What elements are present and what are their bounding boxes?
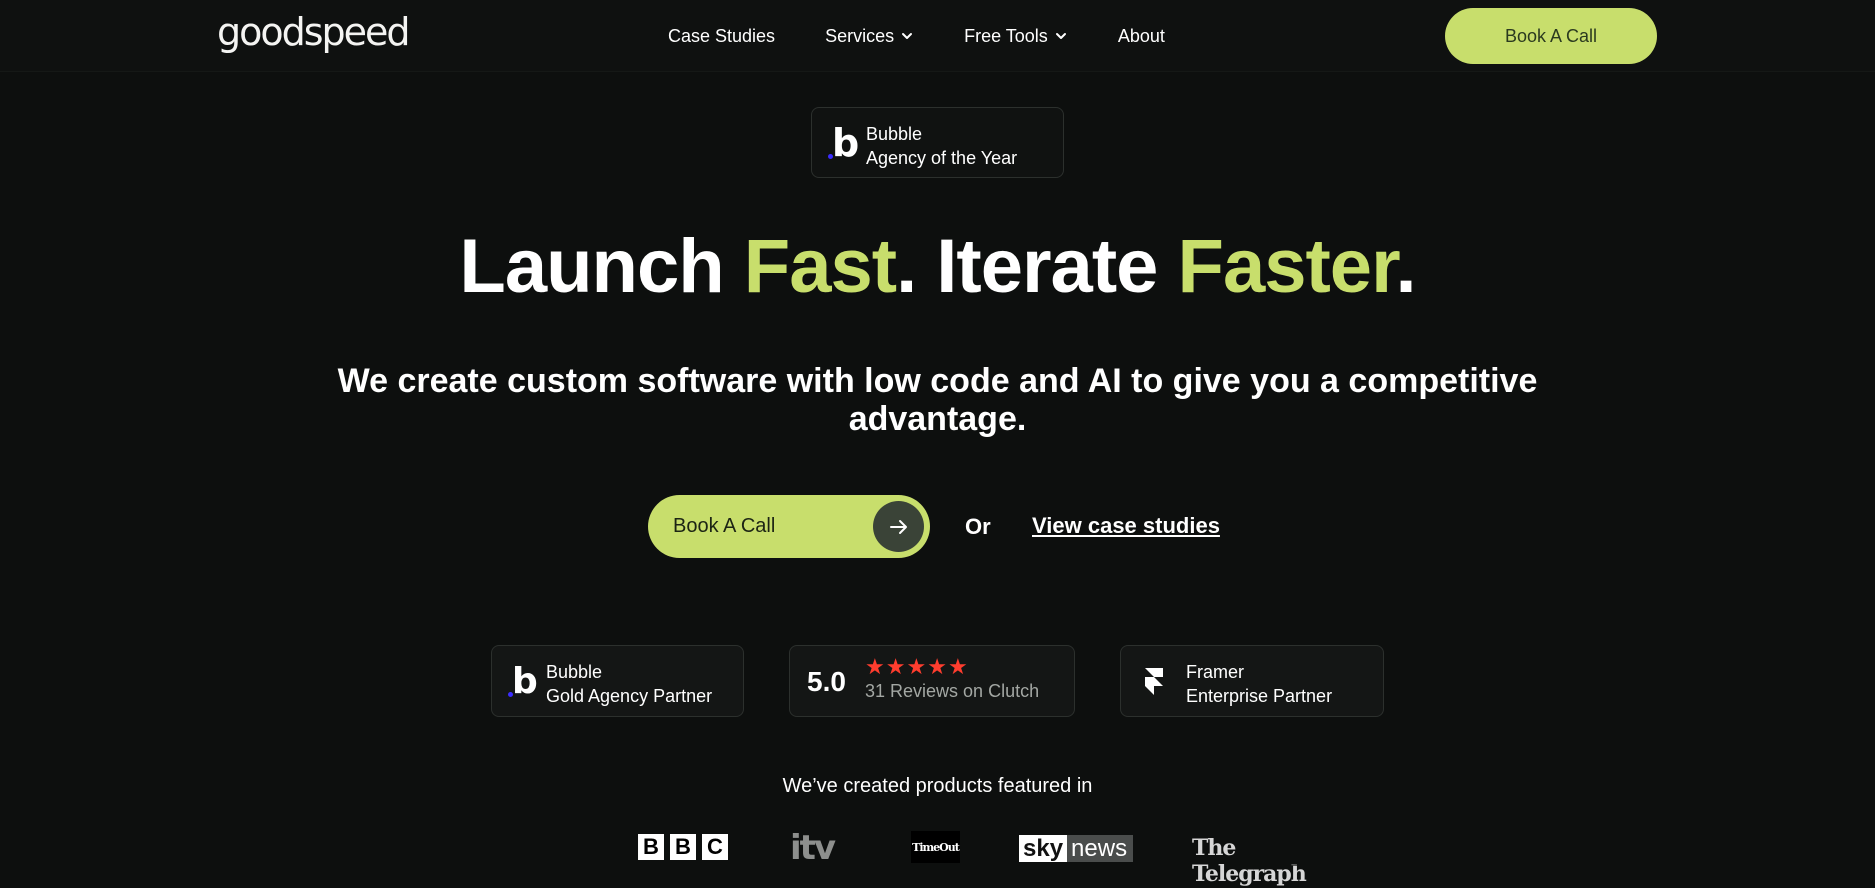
main-nav: Case Studies Services Free Tools About <box>668 24 1165 48</box>
bubble-partner-line-2: Gold Agency Partner <box>546 686 713 706</box>
hero-book-call-button[interactable]: Book A Call <box>648 495 930 558</box>
logo-strip-fade-right <box>1250 826 1320 866</box>
nav-free-tools-label: Free Tools <box>964 25 1048 46</box>
header-book-call-button[interactable]: Book A Call <box>1445 8 1657 64</box>
star-icon: ★ <box>885 654 907 679</box>
bubble-logo-icon: b <box>828 124 859 162</box>
bbc-logo: B B C <box>638 834 734 860</box>
headline-accent-faster: Faster <box>1177 224 1397 309</box>
logo-strip-fade-left <box>560 826 640 866</box>
headline-part-3: . Iterate <box>896 224 1178 309</box>
sky-news-news: news <box>1067 835 1134 862</box>
bbc-letter: B <box>638 834 664 860</box>
nav-services-label: Services <box>825 25 895 46</box>
site-header: goodspeed Case Studies Services Free Too… <box>0 0 1875 72</box>
clutch-reviews-text: 31 Reviews on Clutch <box>865 681 1040 701</box>
award-text: Bubble Agency of the Year <box>866 122 1017 170</box>
star-icon: ★ <box>927 654 948 679</box>
bubble-partner-card: b Bubble Gold Agency Partner <box>491 645 744 717</box>
hero-subheading: We create custom software with low code … <box>337 362 1538 438</box>
nav-services[interactable]: Services <box>825 24 914 48</box>
headline-part-1: Launch <box>459 224 744 309</box>
bubble-partner-text: Bubble Gold Agency Partner <box>546 660 712 708</box>
headline-accent-fast: Fast <box>743 224 897 309</box>
chevron-down-icon <box>902 33 913 39</box>
itv-logo: itv <box>790 828 836 868</box>
or-text: Or <box>965 514 991 539</box>
nav-about[interactable]: About <box>1118 24 1165 48</box>
framer-partner-card: Framer Enterprise Partner <box>1120 645 1384 717</box>
press-logo-strip: B B C itv TimeOut sky news The Telegraph <box>560 826 1320 887</box>
star-icon: ★ <box>906 654 928 679</box>
nav-case-studies[interactable]: Case Studies <box>668 24 775 48</box>
chevron-down-icon <box>1055 33 1066 39</box>
framer-partner-text: Framer Enterprise Partner <box>1186 660 1332 708</box>
headline-part-5: . <box>1395 224 1416 309</box>
award-line-1: Bubble <box>866 124 923 144</box>
view-case-studies-link[interactable]: View case studies <box>1032 513 1220 539</box>
featured-in-heading: We’ve created products featured in <box>782 775 1093 797</box>
nav-case-studies-label: Case Studies <box>668 25 776 46</box>
bubble-logo-icon: b <box>508 664 538 700</box>
star-rating: ★★★★★ <box>865 654 969 680</box>
star-icon: ★ <box>865 654 886 679</box>
sky-news-sky: sky <box>1019 835 1068 862</box>
framer-partner-line-1: Framer <box>1186 662 1244 682</box>
clutch-rating-card: 5.0 ★★★★★ 31 Reviews on Clutch <box>789 645 1075 717</box>
rating-score: 5.0 <box>807 666 846 697</box>
award-badge: b Bubble Agency of the Year <box>811 107 1064 178</box>
framer-partner-line-2: Enterprise Partner <box>1186 686 1333 706</box>
timeout-logo: TimeOut <box>911 831 960 863</box>
goodspeed-logo[interactable]: goodspeed <box>217 10 411 54</box>
bbc-letter: C <box>702 834 728 860</box>
arrow-right-icon <box>873 501 924 552</box>
sky-news-logo: sky news <box>1019 835 1134 862</box>
hero-book-call-label: Book A Call <box>673 515 776 537</box>
bubble-partner-line-1: Bubble <box>546 662 603 682</box>
award-line-2: Agency of the Year <box>866 148 1018 168</box>
framer-logo-icon <box>1145 668 1163 695</box>
nav-about-label: About <box>1117 25 1165 46</box>
hero-headline: Launch Fast. Iterate Faster. <box>0 225 1875 309</box>
bbc-letter: B <box>670 834 696 860</box>
star-icon: ★ <box>947 654 969 679</box>
nav-free-tools[interactable]: Free Tools <box>964 24 1068 48</box>
